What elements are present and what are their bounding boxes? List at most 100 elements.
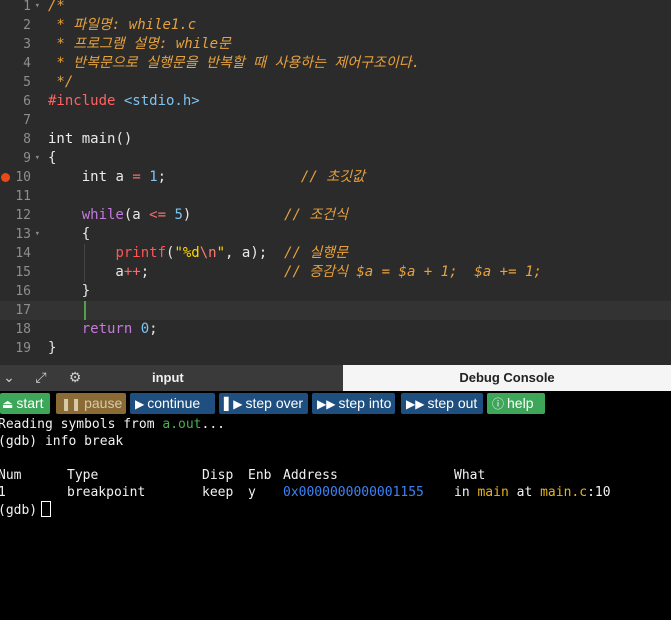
debug-toolbar: ⏏ start ❚❚ pause ▶ continue ▌▶ step over ▶▶ s… [0, 391, 671, 415]
line-gutter[interactable]: 15 [0, 263, 40, 282]
line-gutter[interactable]: 5 [0, 73, 40, 92]
fold-toggle-icon[interactable]: ▾ [35, 225, 40, 244]
step-out-button[interactable]: ▶▶ step out [401, 393, 483, 414]
step-into-button[interactable]: ▶▶ step into [312, 393, 395, 414]
code-line[interactable]: 5 */ [0, 73, 671, 92]
line-gutter[interactable]: 1 ▾ [0, 0, 40, 16]
code-token: "%d [174, 245, 200, 261]
tab-input[interactable]: input [152, 368, 184, 388]
breakpoint-icon[interactable] [1, 173, 10, 182]
code-token: <stdio.h> [123, 93, 200, 109]
code-line[interactable]: 7 [0, 111, 671, 130]
line-gutter[interactable]: 11 [0, 187, 40, 206]
step-over-button[interactable]: ▌▶ step over [219, 393, 308, 414]
line-gutter[interactable]: 2 [0, 16, 40, 35]
code-line[interactable]: 8 int main() [0, 130, 671, 149]
breakpoint-table-header: Num Type Disp Enb Address What [0, 468, 486, 483]
line-number: 4 [23, 56, 31, 71]
console-filename: a.out [162, 417, 202, 432]
line-gutter[interactable]: 9 ▾ [0, 149, 40, 168]
step-into-icon: ▶▶ [317, 397, 336, 411]
play-icon: ▶ [135, 397, 145, 411]
code-text: } [48, 339, 56, 358]
code-line[interactable]: 2 * 파일명: while1.c [0, 16, 671, 35]
code-line[interactable]: 15 a++; // 증감식 $a = $a + 1; $a += 1; [0, 263, 671, 282]
line-number: 2 [23, 18, 31, 33]
code-token: ; [157, 169, 301, 185]
fold-toggle-icon[interactable]: ▾ [35, 149, 40, 168]
code-token: // 증감식 $a = $a + 1; $a += 1; [284, 264, 542, 280]
code-token: 1 [149, 169, 158, 185]
code-line[interactable]: 17 [0, 301, 671, 320]
code-token: // 조건식 [284, 207, 348, 223]
debug-console[interactable]: Reading symbols from a.out... (gdb) info… [0, 416, 671, 522]
code-token: #include [48, 93, 124, 109]
help-button[interactable]: ⓘ help [487, 393, 545, 414]
start-button[interactable]: ⏏ start [0, 393, 50, 414]
pause-button[interactable]: ❚❚ pause [56, 393, 126, 414]
line-number: 6 [23, 94, 31, 109]
code-text: * 반복문으로 실행문을 반복할 때 사용하는 제어구조이다. [48, 54, 420, 73]
chevron-down-icon[interactable]: ⌄ [0, 368, 18, 388]
line-number: 15 [15, 265, 31, 280]
line-number: 16 [15, 284, 31, 299]
code-token: 5 [174, 207, 183, 223]
code-line[interactable]: 18 return 0; [0, 320, 671, 339]
code-line[interactable]: 10 int a = 1; // 초깃값 [0, 168, 671, 187]
gear-icon[interactable]: ⚙ [66, 368, 84, 388]
code-line[interactable]: 12 while(a <= 5) // 조건식 [0, 206, 671, 225]
line-gutter[interactable]: 14 [0, 244, 40, 263]
code-line[interactable]: 6 #include <stdio.h> [0, 92, 671, 111]
expand-icon[interactable]: ⤢ [32, 368, 50, 388]
code-line[interactable]: 19} [0, 339, 671, 358]
line-gutter[interactable]: 10 [0, 168, 40, 187]
line-gutter[interactable]: 6 [0, 92, 40, 111]
line-gutter[interactable]: 4 [0, 54, 40, 73]
line-gutter[interactable]: 8 [0, 130, 40, 149]
step-out-icon: ▶▶ [406, 397, 425, 411]
code-token: printf [115, 245, 167, 261]
code-token: */ [48, 74, 74, 90]
continue-label: continue [147, 395, 201, 411]
code-token: { [48, 150, 57, 166]
code-token: <= [149, 207, 167, 223]
line-gutter[interactable]: 18 [0, 320, 40, 339]
code-text: return 0; [48, 320, 158, 339]
code-line[interactable]: 14 printf("%d\n", a); // 실행문 [0, 244, 671, 263]
line-gutter[interactable]: 3 [0, 35, 40, 54]
line-gutter[interactable]: 13 ▾ [0, 225, 40, 244]
continue-button[interactable]: ▶ continue [130, 393, 215, 414]
console-prompt[interactable]: (gdb) [0, 501, 52, 518]
code-token: int [48, 131, 74, 147]
code-token: \n [199, 245, 217, 261]
code-token: 0 [140, 321, 150, 337]
line-number: 8 [23, 132, 31, 147]
code-token: ; [140, 264, 285, 280]
fold-toggle-icon[interactable]: ▾ [35, 0, 40, 16]
code-line[interactable]: 16 } [0, 282, 671, 301]
code-text: * 프로그램 설명: while문 [48, 35, 230, 54]
code-line[interactable]: 1 ▾/* [0, 0, 671, 16]
code-line[interactable]: 11 [0, 187, 671, 206]
code-line[interactable]: 3 * 프로그램 설명: while문 [0, 35, 671, 54]
line-gutter[interactable]: 12 [0, 206, 40, 225]
line-gutter[interactable]: 16 [0, 282, 40, 301]
line-gutter[interactable]: 19 [0, 339, 40, 358]
code-line[interactable]: 4 * 반복문으로 실행문을 반복할 때 사용하는 제어구조이다. [0, 54, 671, 73]
line-gutter[interactable]: 7 [0, 111, 40, 130]
line-number: 14 [15, 246, 31, 261]
terminal-cursor [41, 501, 52, 517]
code-token: , a); [225, 245, 285, 261]
line-number: 13 [15, 227, 31, 242]
tab-debug-console[interactable]: Debug Console [343, 365, 671, 391]
line-gutter[interactable]: 17 [0, 301, 40, 320]
code-token: = [132, 169, 141, 185]
eject-icon: ⏏ [2, 397, 14, 411]
code-line[interactable]: 13 ▾ { [0, 225, 671, 244]
code-editor[interactable]: 1 ▾/* 2 * 파일명: while1.c 3 * 프로그램 설명: while문… [0, 0, 671, 365]
code-line[interactable]: 9 ▾ { [0, 149, 671, 168]
